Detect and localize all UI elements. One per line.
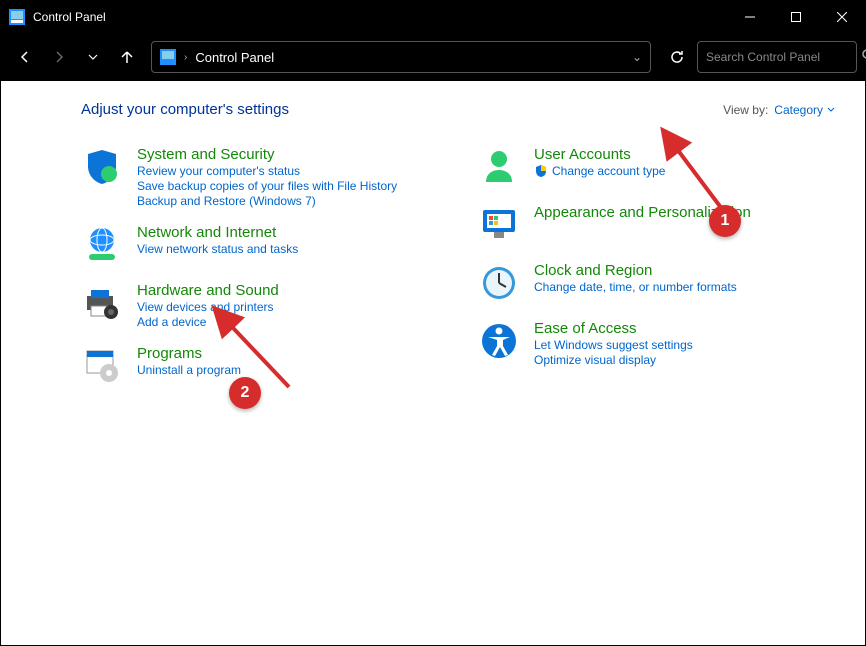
control-panel-icon (160, 49, 176, 65)
cat-hardware-sound: Hardware and Sound View devices and prin… (81, 282, 438, 329)
cat-link[interactable]: Save backup copies of your files with Fi… (137, 179, 397, 193)
cat-link[interactable]: Add a device (137, 315, 279, 329)
control-panel-icon (9, 9, 25, 25)
viewby-dropdown[interactable]: Category (774, 103, 835, 117)
cat-title[interactable]: Clock and Region (534, 262, 737, 279)
minimize-button[interactable] (727, 1, 773, 33)
right-column: User Accounts Change account type Appear… (478, 146, 835, 387)
cat-user-accounts: User Accounts Change account type (478, 146, 835, 188)
chevron-down-icon[interactable]: ⌄ (632, 50, 642, 64)
uac-shield-icon (534, 164, 548, 178)
chevron-right-icon: › (184, 52, 187, 63)
search-icon (861, 48, 866, 67)
cat-ease-of-access: Ease of Access Let Windows suggest setti… (478, 320, 835, 367)
clock-icon (478, 262, 520, 304)
cat-clock-region: Clock and Region Change date, time, or n… (478, 262, 835, 304)
viewby-value: Category (774, 103, 823, 117)
left-column: System and Security Review your computer… (81, 146, 438, 387)
cat-title[interactable]: Appearance and Personalization (534, 204, 751, 221)
user-icon (478, 146, 520, 188)
page-heading: Adjust your computer's settings (81, 101, 289, 118)
cat-title[interactable]: Network and Internet (137, 224, 298, 241)
cat-title[interactable]: Hardware and Sound (137, 282, 279, 299)
cat-title[interactable]: User Accounts (534, 146, 665, 163)
cat-title[interactable]: System and Security (137, 146, 397, 163)
cat-link[interactable]: Review your computer's status (137, 164, 397, 178)
cat-title[interactable]: Ease of Access (534, 320, 693, 337)
maximize-button[interactable] (773, 1, 819, 33)
refresh-button[interactable] (659, 41, 695, 73)
cat-title[interactable]: Programs (137, 345, 241, 362)
search-box[interactable] (697, 41, 857, 73)
programs-icon (81, 345, 123, 387)
cat-link[interactable]: Optimize visual display (534, 353, 693, 367)
cat-appearance: Appearance and Personalization (478, 204, 835, 246)
cat-link[interactable]: Backup and Restore (Windows 7) (137, 194, 397, 208)
viewby-label: View by: (723, 103, 768, 117)
cat-link[interactable]: Change account type (534, 164, 665, 178)
content-area: Adjust your computer's settings View by:… (1, 81, 865, 645)
recent-dropdown[interactable] (77, 41, 109, 73)
cat-link[interactable]: Uninstall a program (137, 363, 241, 377)
breadcrumb-text[interactable]: Control Panel (195, 50, 274, 65)
cat-link[interactable]: View network status and tasks (137, 242, 298, 256)
shield-icon (81, 146, 123, 188)
search-input[interactable] (706, 50, 861, 64)
address-bar[interactable]: › Control Panel ⌄ (151, 41, 651, 73)
forward-button[interactable] (43, 41, 75, 73)
printer-icon (81, 282, 123, 324)
globe-icon (81, 224, 123, 266)
monitor-icon (478, 204, 520, 246)
cat-network-internet: Network and Internet View network status… (81, 224, 438, 266)
accessibility-icon (478, 320, 520, 362)
titlebar: Control Panel (1, 1, 865, 33)
navbar: › Control Panel ⌄ (1, 33, 865, 81)
chevron-down-icon (827, 106, 835, 114)
window: Control Panel › Control Panel ⌄ Adjust y… (0, 0, 866, 646)
cat-link[interactable]: View devices and printers (137, 300, 279, 314)
cat-system-security: System and Security Review your computer… (81, 146, 438, 208)
cat-link[interactable]: Let Windows suggest settings (534, 338, 693, 352)
up-button[interactable] (111, 41, 143, 73)
back-button[interactable] (9, 41, 41, 73)
window-title: Control Panel (33, 10, 106, 24)
cat-link[interactable]: Change date, time, or number formats (534, 280, 737, 294)
cat-programs: Programs Uninstall a program (81, 345, 438, 387)
close-button[interactable] (819, 1, 865, 33)
